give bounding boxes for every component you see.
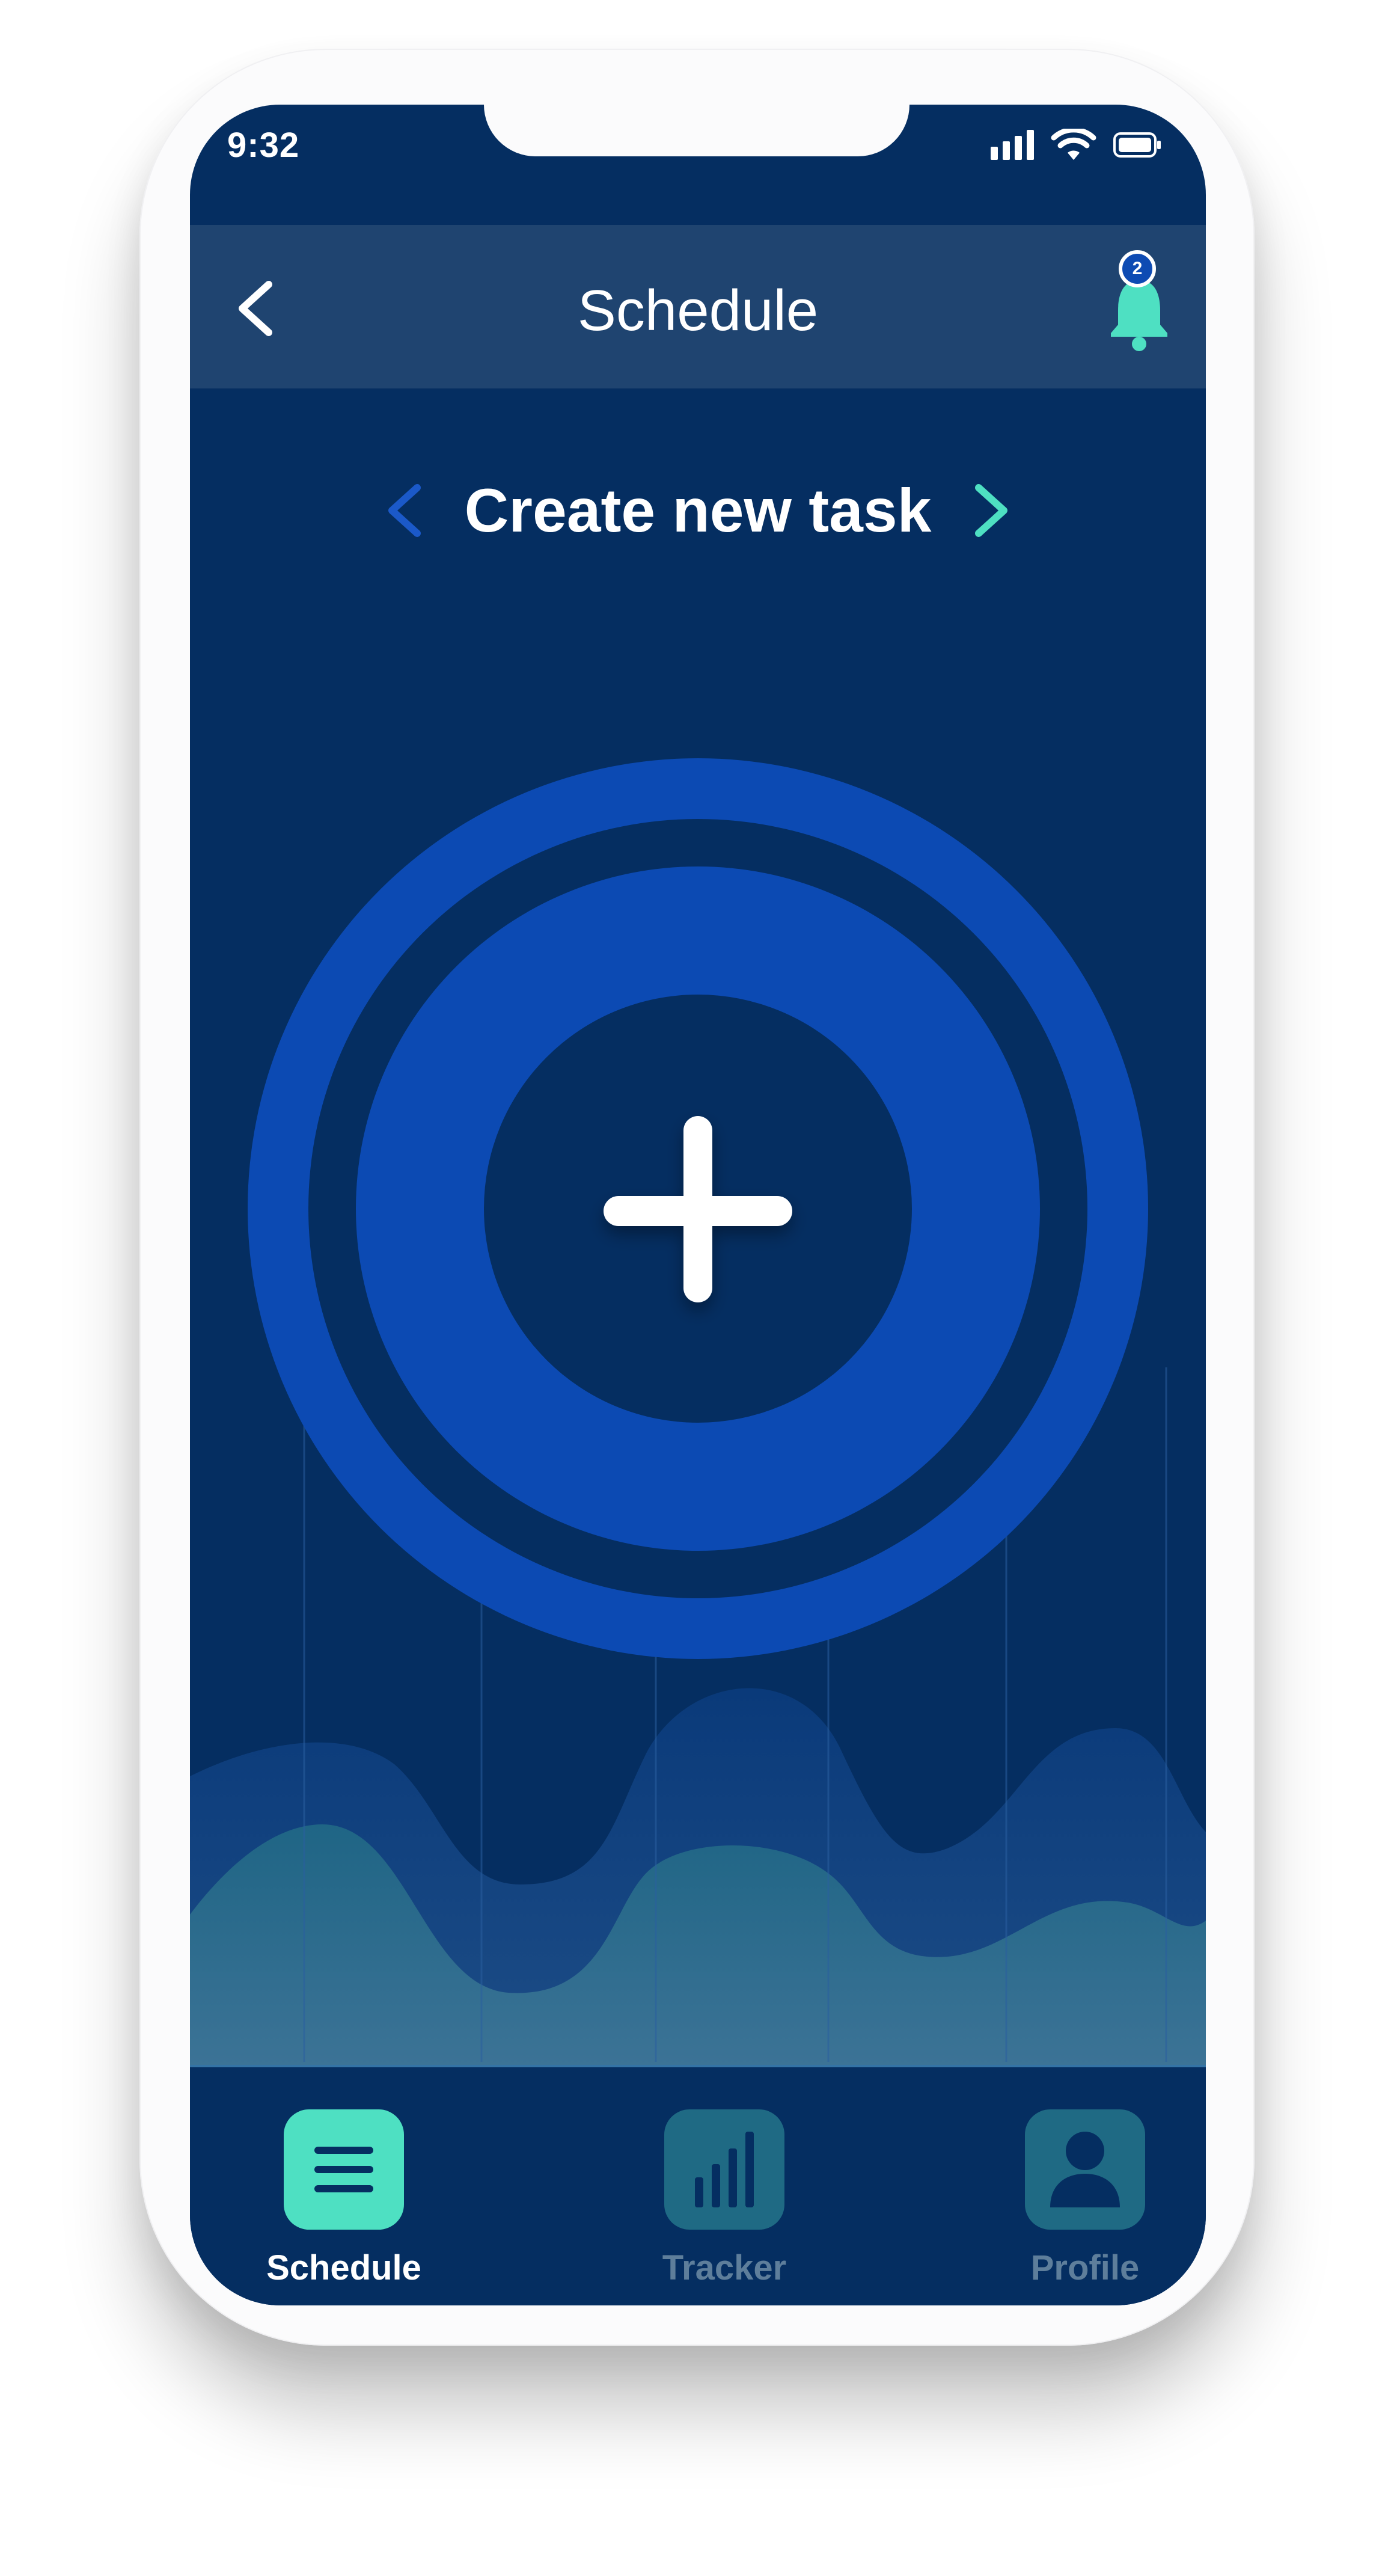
bar-chart-icon: [695, 2132, 754, 2207]
page-title: Schedule: [577, 278, 819, 343]
tab-label-profile: Profile: [1030, 2248, 1140, 2287]
next-task-button[interactable]: [967, 477, 1015, 544]
chevron-right-icon: [975, 484, 1008, 537]
status-icons: [991, 129, 1161, 161]
battery-icon: [1113, 132, 1161, 158]
canvas: 9:32 Schedule 2 Create new task Schedule…: [0, 0, 1394, 2576]
user-icon: [1050, 2132, 1120, 2207]
task-section-title: Create new task: [464, 476, 932, 545]
previous-task-button[interactable]: [381, 477, 429, 544]
tracker-tile: [664, 2109, 784, 2230]
tab-schedule[interactable]: Schedule: [254, 2109, 434, 2288]
tab-profile[interactable]: Profile: [995, 2109, 1175, 2288]
create-task-button[interactable]: [486, 995, 914, 1423]
phone-screen: 9:32 Schedule 2 Create new task Schedule…: [190, 105, 1206, 2305]
chevron-left-icon: [388, 484, 421, 537]
notch: [484, 105, 909, 156]
notification-badge: 2: [1119, 250, 1156, 287]
tab-tracker[interactable]: Tracker: [634, 2109, 815, 2288]
app-header: Schedule 2: [190, 225, 1206, 388]
tab-label-tracker: Tracker: [662, 2248, 787, 2287]
menu-list-icon: [314, 2147, 373, 2192]
status-time: 9:32: [227, 126, 300, 165]
task-navigator: Create new task: [190, 471, 1206, 550]
tab-label-schedule: Schedule: [266, 2248, 421, 2287]
bottom-tab-bar: Schedule Tracker Profile: [190, 2067, 1206, 2305]
profile-tile: [1025, 2109, 1145, 2230]
wifi-icon: [1051, 129, 1096, 160]
schedule-tile: [284, 2109, 404, 2230]
cellular-signal-icon: [991, 130, 1034, 160]
